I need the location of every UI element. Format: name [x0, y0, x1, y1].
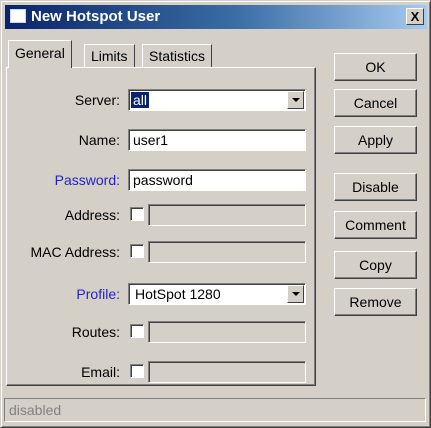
profile-label: Profile:	[76, 286, 120, 302]
email-field[interactable]	[148, 361, 306, 383]
server-select[interactable]: all	[128, 89, 306, 111]
address-label: Address:	[64, 207, 120, 223]
close-button[interactable]: X	[406, 8, 424, 25]
email-label: Email:	[81, 364, 120, 380]
name-field[interactable]: user1	[128, 129, 306, 151]
window-icon	[10, 9, 26, 23]
address-field[interactable]	[148, 204, 306, 226]
comment-button[interactable]: Comment	[334, 211, 417, 239]
chevron-down-icon[interactable]	[287, 91, 304, 109]
password-field[interactable]: password	[128, 169, 306, 191]
routes-field[interactable]	[148, 321, 306, 343]
name-label: Name:	[78, 132, 120, 148]
profile-value: HotSpot 1280	[135, 286, 221, 302]
server-label: Server:	[74, 92, 120, 108]
chevron-down-icon[interactable]	[287, 285, 304, 303]
profile-select[interactable]: HotSpot 1280	[128, 283, 306, 305]
cancel-button[interactable]: Cancel	[334, 89, 417, 117]
routes-label: Routes:	[71, 324, 120, 340]
ok-button[interactable]: OK	[334, 53, 417, 81]
server-value: all	[131, 92, 150, 108]
address-checkbox[interactable]	[130, 207, 144, 221]
remove-button[interactable]: Remove	[334, 288, 417, 316]
mac-address-label: MAC Address:	[30, 244, 120, 260]
mac-address-field[interactable]	[148, 241, 306, 263]
title-bar[interactable]: New Hotspot User X	[5, 5, 427, 29]
copy-button[interactable]: Copy	[334, 251, 417, 279]
tab-statistics[interactable]: Statistics	[142, 44, 213, 67]
apply-button[interactable]: Apply	[334, 126, 417, 154]
disable-button[interactable]: Disable	[334, 173, 417, 201]
tab-general[interactable]: General	[8, 40, 72, 68]
email-checkbox[interactable]	[130, 364, 144, 378]
routes-checkbox[interactable]	[130, 324, 144, 338]
status-bar: disabled	[4, 398, 426, 422]
tab-limits[interactable]: Limits	[84, 44, 135, 67]
password-label: Password:	[54, 172, 120, 188]
mac-address-checkbox[interactable]	[130, 244, 144, 258]
window-title: New Hotspot User	[31, 8, 161, 25]
